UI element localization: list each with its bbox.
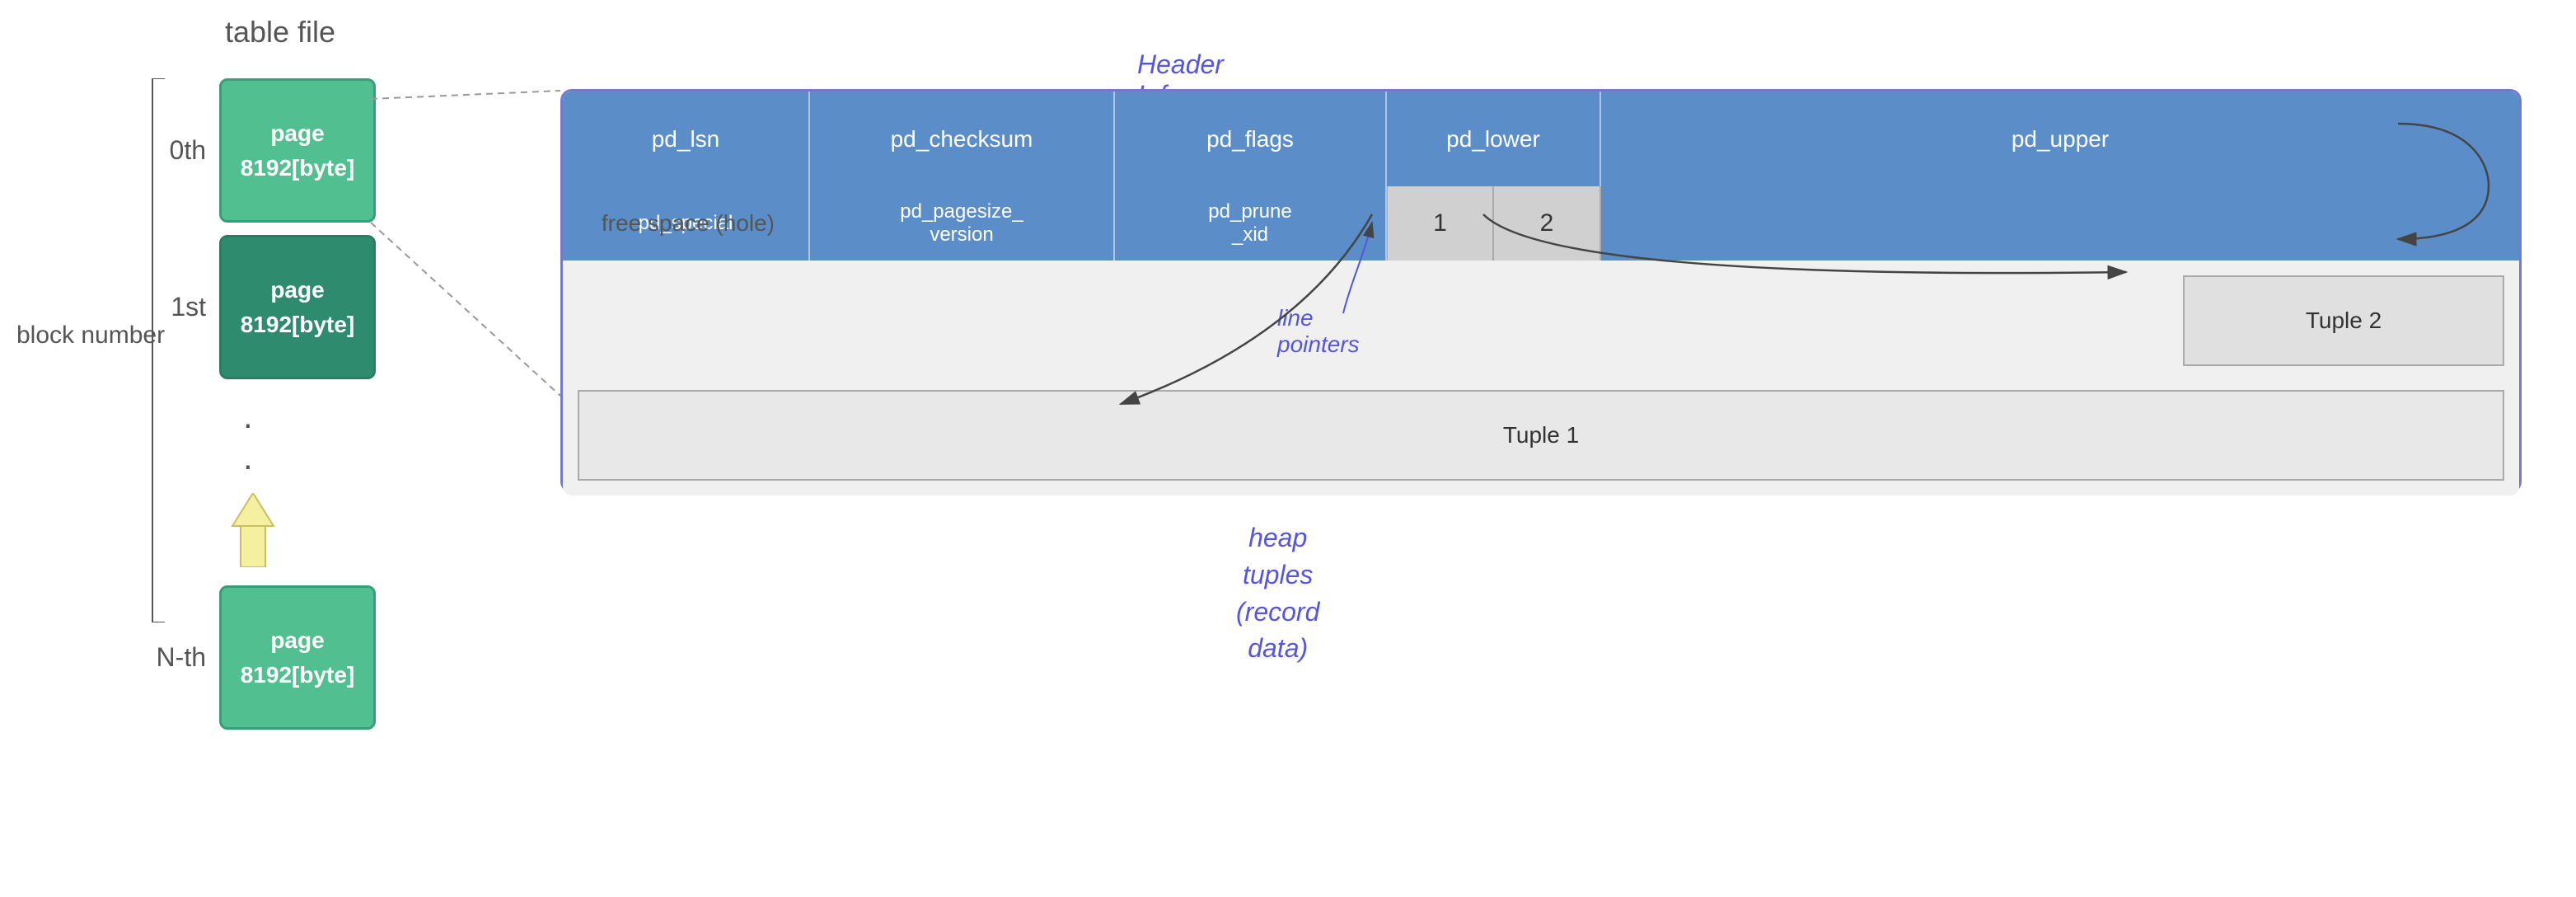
ordinal-1st: 1st	[132, 292, 206, 322]
line-pointers-label: line pointers	[1277, 305, 1360, 358]
content-area: Tuple 2 Tuple 1	[563, 261, 2519, 495]
header-cell-pd-checksum: pd_checksum	[810, 92, 1115, 186]
heap-tuples-label: heap tuples (record data)	[1236, 519, 1319, 667]
ordinal-nth: N-th	[132, 642, 206, 673]
page-row-1st: 1st page 8192[byte]	[132, 235, 376, 379]
page-block-0th: page 8192[byte]	[219, 78, 376, 223]
page-row-nth: N-th page 8192[byte]	[132, 585, 376, 730]
header-cell-pd-flags: pd_flags	[1115, 92, 1387, 186]
header-row: pd_lsn pd_checksum pd_flags pd_lower pd_…	[563, 92, 2519, 186]
page-outer-box: pd_lsn pd_checksum pd_flags pd_lower pd_…	[560, 89, 2522, 493]
diagram-container: table file block number 0th page 8192[by…	[0, 0, 2576, 897]
lp-cell-2: 2	[1494, 186, 1601, 261]
arrow-svg	[224, 493, 282, 567]
page-block-1st: page 8192[byte]	[219, 235, 376, 379]
page-block-nth: page 8192[byte]	[219, 585, 376, 730]
free-space-label: free space (hole)	[602, 206, 775, 241]
sub-header-row: pd_special pd_pagesize_ version pd_prune…	[563, 186, 2519, 261]
page-row-0th: 0th page 8192[byte]	[132, 78, 376, 223]
sub-cell-pd-pagesize: pd_pagesize_ version	[810, 186, 1115, 261]
tuple-2-box: Tuple 2	[2183, 275, 2504, 366]
ordinal-0th: 0th	[132, 135, 206, 166]
tuple-1-box: Tuple 1	[578, 390, 2504, 481]
header-cell-pd-lsn: pd_lsn	[563, 92, 810, 186]
header-cell-pd-lower: pd_lower	[1387, 92, 1601, 186]
header-cell-pd-upper: pd_upper	[1601, 92, 2519, 186]
yellow-arrow	[224, 493, 282, 567]
table-file-label: table file	[190, 15, 371, 49]
sub-cell-pd-prune: pd_prune _xid	[1115, 186, 1387, 261]
lp-cell-1: 1	[1387, 186, 1494, 261]
